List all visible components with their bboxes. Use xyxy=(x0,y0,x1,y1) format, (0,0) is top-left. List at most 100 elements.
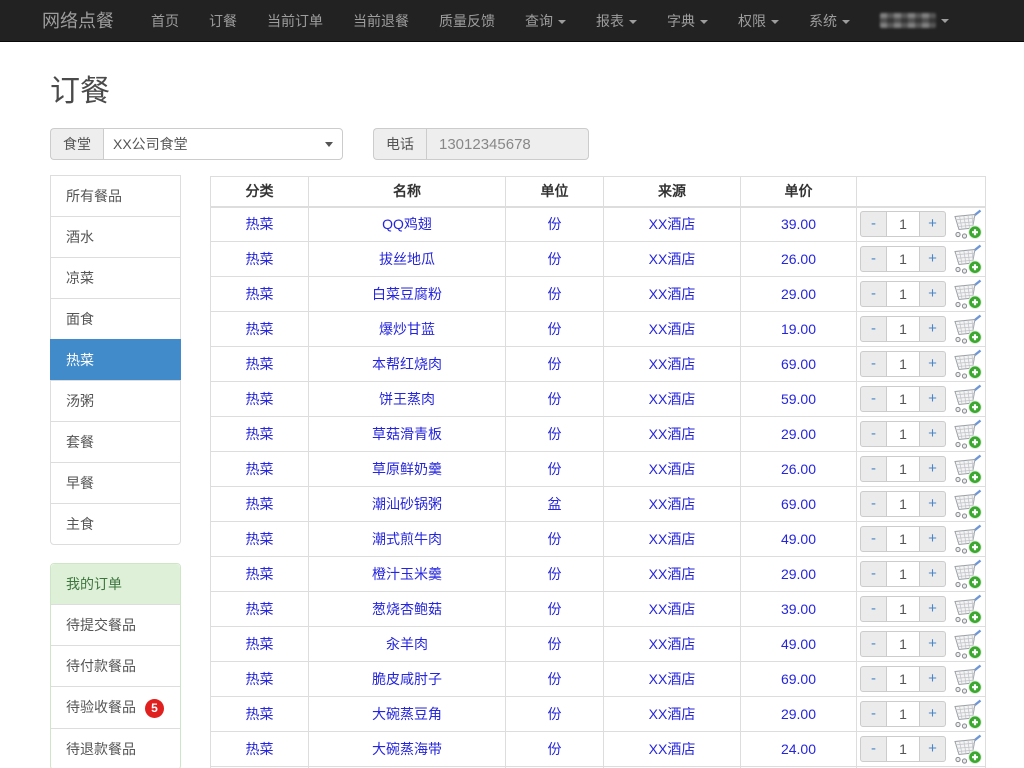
cell-dish-name[interactable]: 草原鲜奶羹 xyxy=(309,452,506,487)
sidebar-category-item[interactable]: 凉菜 xyxy=(50,257,181,299)
qty-input[interactable]: 1 xyxy=(886,421,920,447)
qty-input[interactable]: 1 xyxy=(886,281,920,307)
qty-plus-button[interactable]: + xyxy=(919,631,946,657)
sidebar-order-item[interactable]: 待退款餐品 xyxy=(51,728,180,768)
sidebar-category-item[interactable]: 主食 xyxy=(50,503,181,545)
sidebar-category-item[interactable]: 早餐 xyxy=(50,462,181,504)
add-to-cart-button[interactable] xyxy=(950,384,982,414)
add-to-cart-button[interactable] xyxy=(950,664,982,694)
qty-minus-button[interactable]: - xyxy=(860,351,887,377)
cell-dish-name[interactable]: 白菜豆腐粉 xyxy=(309,277,506,312)
qty-input[interactable]: 1 xyxy=(886,491,920,517)
qty-input[interactable]: 1 xyxy=(886,316,920,342)
qty-plus-button[interactable]: + xyxy=(919,596,946,622)
navbar-dropdown[interactable]: 报表 xyxy=(581,0,652,41)
qty-input[interactable]: 1 xyxy=(886,456,920,482)
qty-minus-button[interactable]: - xyxy=(860,456,887,482)
cell-dish-name[interactable]: 草菇滑青板 xyxy=(309,417,506,452)
cell-dish-name[interactable]: 本帮红烧肉 xyxy=(309,347,506,382)
navbar-dropdown[interactable]: 字典 xyxy=(652,0,723,41)
cell-dish-name[interactable]: 潮汕砂锅粥 xyxy=(309,487,506,522)
qty-plus-button[interactable]: + xyxy=(919,421,946,447)
qty-minus-button[interactable]: - xyxy=(860,526,887,552)
navbar-link[interactable]: 首页 xyxy=(136,0,194,41)
qty-input[interactable]: 1 xyxy=(886,631,920,657)
sidebar-category-item[interactable]: 酒水 xyxy=(50,216,181,258)
brand-link[interactable]: 网络点餐 xyxy=(42,0,114,41)
qty-minus-button[interactable]: - xyxy=(860,211,887,237)
add-to-cart-button[interactable] xyxy=(950,244,982,274)
add-to-cart-button[interactable] xyxy=(950,734,982,764)
qty-input[interactable]: 1 xyxy=(886,596,920,622)
navbar-link[interactable]: 质量反馈 xyxy=(424,0,510,41)
add-to-cart-button[interactable] xyxy=(950,594,982,624)
qty-input[interactable]: 1 xyxy=(886,211,920,237)
cell-dish-name[interactable]: 脆皮咸肘子 xyxy=(309,662,506,697)
qty-minus-button[interactable]: - xyxy=(860,701,887,727)
qty-plus-button[interactable]: + xyxy=(919,456,946,482)
sidebar-category-item[interactable]: 所有餐品 xyxy=(50,175,181,217)
qty-plus-button[interactable]: + xyxy=(919,561,946,587)
add-to-cart-button[interactable] xyxy=(950,559,982,589)
qty-input[interactable]: 1 xyxy=(886,526,920,552)
sidebar-order-item[interactable]: 待提交餐品 xyxy=(51,604,180,645)
cell-dish-name[interactable]: 橙汁玉米羹 xyxy=(309,557,506,592)
qty-input[interactable]: 1 xyxy=(886,701,920,727)
cell-dish-name[interactable]: 大碗蒸豆角 xyxy=(309,697,506,732)
cell-dish-name[interactable]: 汆羊肉 xyxy=(309,627,506,662)
qty-minus-button[interactable]: - xyxy=(860,491,887,517)
add-to-cart-button[interactable] xyxy=(950,349,982,379)
qty-plus-button[interactable]: + xyxy=(919,281,946,307)
qty-minus-button[interactable]: - xyxy=(860,246,887,272)
qty-plus-button[interactable]: + xyxy=(919,526,946,552)
sidebar-category-item[interactable]: 热菜 xyxy=(50,339,181,381)
navbar-dropdown[interactable]: 查询 xyxy=(510,0,581,41)
qty-input[interactable]: 1 xyxy=(886,736,920,762)
qty-plus-button[interactable]: + xyxy=(919,351,946,377)
canteen-select[interactable]: XX公司食堂 xyxy=(103,128,343,160)
cell-dish-name[interactable]: 葱烧杏鲍菇 xyxy=(309,592,506,627)
qty-plus-button[interactable]: + xyxy=(919,701,946,727)
qty-input[interactable]: 1 xyxy=(886,666,920,692)
navbar-dropdown[interactable]: 系统 xyxy=(794,0,865,41)
sidebar-order-item[interactable]: 待验收餐品5 xyxy=(51,686,180,728)
qty-minus-button[interactable]: - xyxy=(860,561,887,587)
qty-plus-button[interactable]: + xyxy=(919,246,946,272)
cell-dish-name[interactable]: QQ鸡翅 xyxy=(309,207,506,242)
cell-dish-name[interactable]: 潮式煎牛肉 xyxy=(309,522,506,557)
add-to-cart-button[interactable] xyxy=(950,454,982,484)
navbar-link[interactable]: 当前订单 xyxy=(252,0,338,41)
qty-plus-button[interactable]: + xyxy=(919,666,946,692)
qty-minus-button[interactable]: - xyxy=(860,596,887,622)
qty-plus-button[interactable]: + xyxy=(919,386,946,412)
qty-minus-button[interactable]: - xyxy=(860,386,887,412)
qty-input[interactable]: 1 xyxy=(886,351,920,377)
navbar-link[interactable]: 订餐 xyxy=(194,0,252,41)
sidebar-order-item[interactable]: 待付款餐品 xyxy=(51,645,180,686)
sidebar-category-item[interactable]: 套餐 xyxy=(50,421,181,463)
add-to-cart-button[interactable] xyxy=(950,314,982,344)
add-to-cart-button[interactable] xyxy=(950,419,982,449)
qty-plus-button[interactable]: + xyxy=(919,491,946,517)
cell-dish-name[interactable]: 大碗蒸海带 xyxy=(309,732,506,767)
cell-dish-name[interactable]: 拔丝地瓜 xyxy=(309,242,506,277)
navbar-link[interactable]: 当前退餐 xyxy=(338,0,424,41)
add-to-cart-button[interactable] xyxy=(950,489,982,519)
add-to-cart-button[interactable] xyxy=(950,279,982,309)
sidebar-category-item[interactable]: 面食 xyxy=(50,298,181,340)
user-menu[interactable] xyxy=(865,0,964,41)
sidebar-category-item[interactable]: 汤粥 xyxy=(50,380,181,422)
my-orders-header[interactable]: 我的订单 xyxy=(51,564,180,604)
qty-plus-button[interactable]: + xyxy=(919,316,946,342)
qty-minus-button[interactable]: - xyxy=(860,421,887,447)
add-to-cart-button[interactable] xyxy=(950,629,982,659)
cell-dish-name[interactable]: 爆炒甘蓝 xyxy=(309,312,506,347)
qty-input[interactable]: 1 xyxy=(886,386,920,412)
qty-plus-button[interactable]: + xyxy=(919,211,946,237)
qty-minus-button[interactable]: - xyxy=(860,736,887,762)
phone-input[interactable]: 13012345678 xyxy=(426,128,589,160)
qty-input[interactable]: 1 xyxy=(886,561,920,587)
add-to-cart-button[interactable] xyxy=(950,209,982,239)
qty-input[interactable]: 1 xyxy=(886,246,920,272)
add-to-cart-button[interactable] xyxy=(950,699,982,729)
